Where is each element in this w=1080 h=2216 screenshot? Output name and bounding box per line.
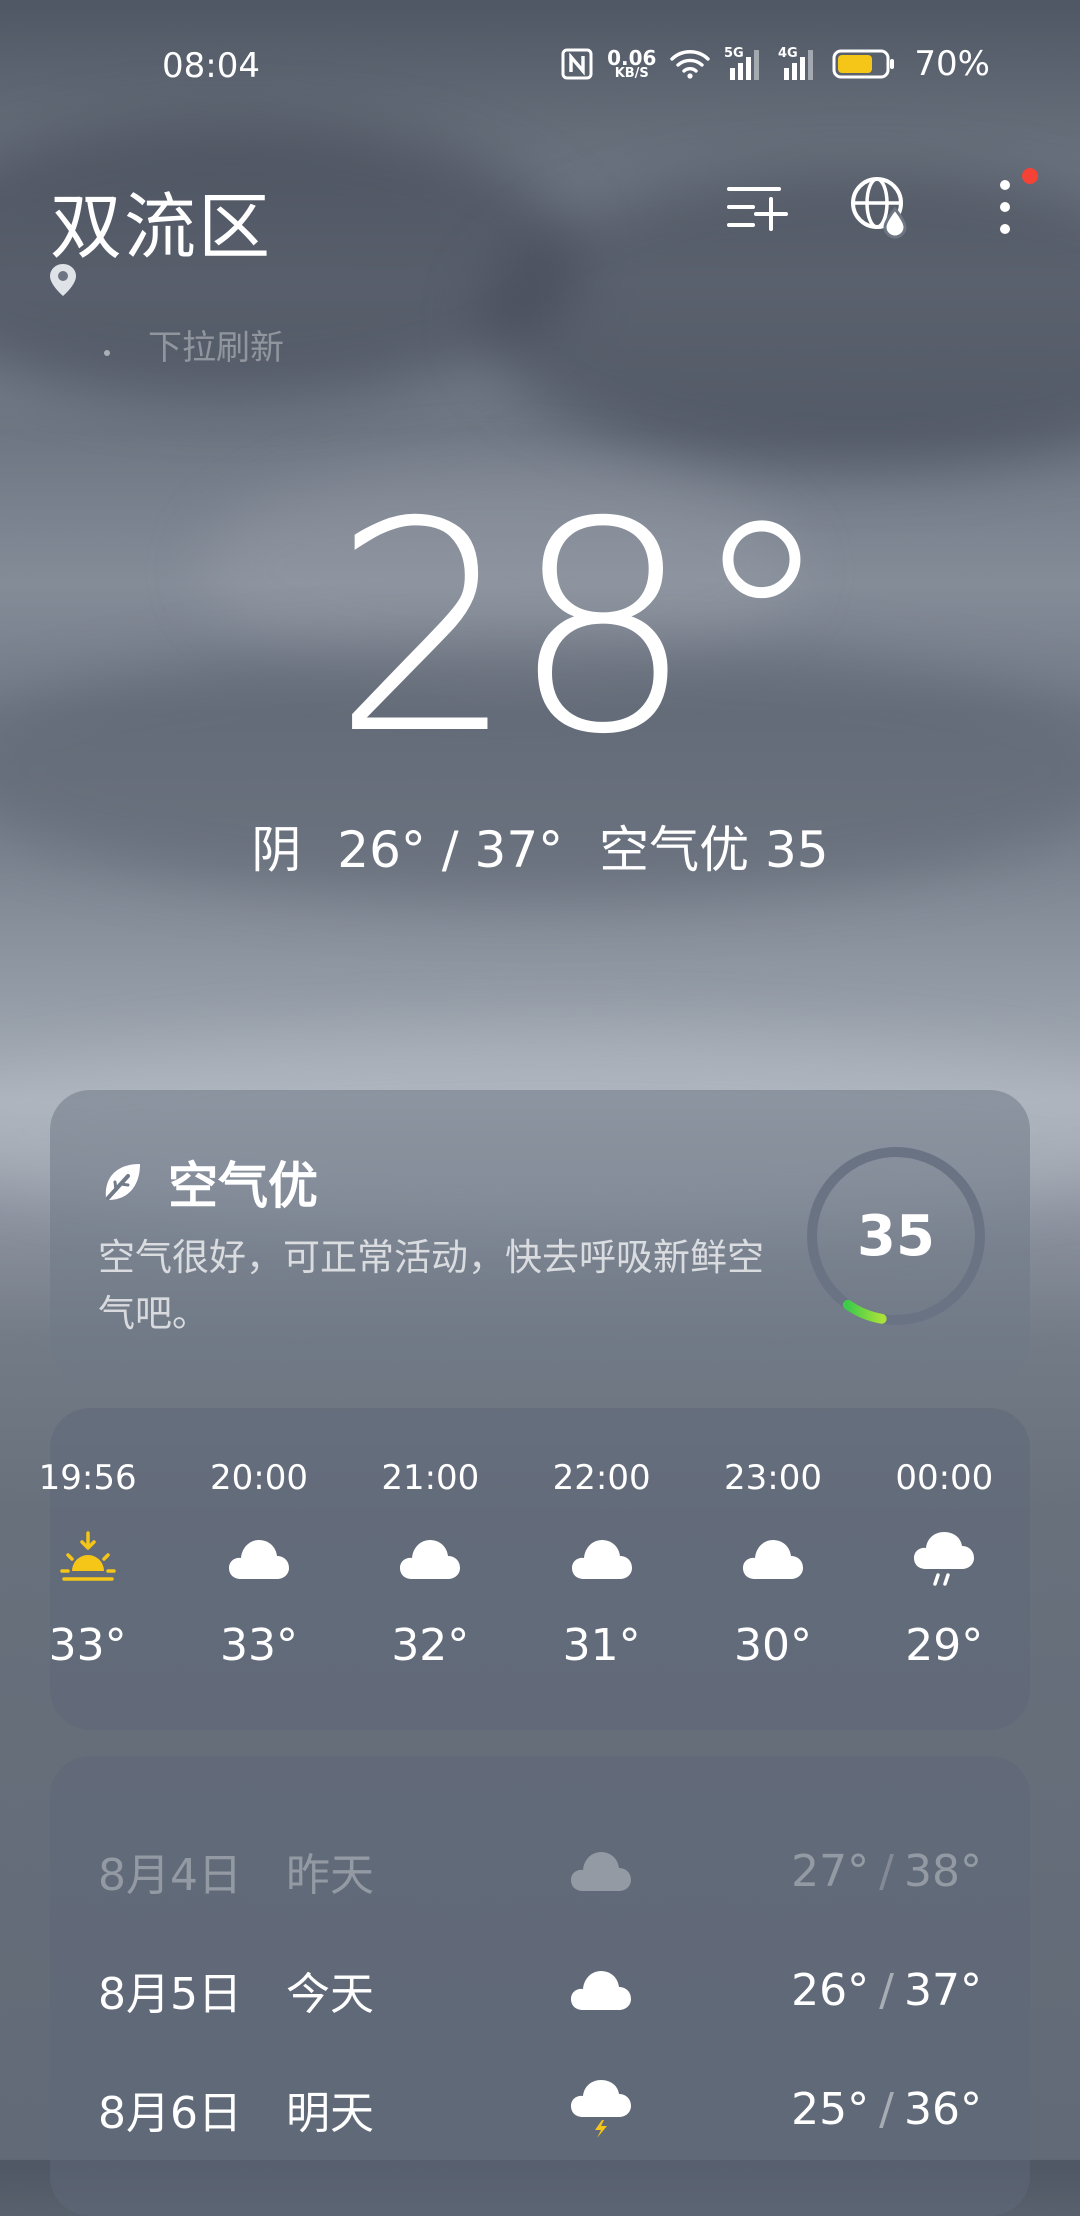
hourly-item: 23:00 30°: [687, 1458, 858, 1671]
cloud-icon: [570, 1520, 634, 1598]
hour-time: 00:00: [895, 1458, 994, 1498]
hour-temp: 32°: [391, 1620, 470, 1671]
manage-cities-button[interactable]: [722, 172, 792, 242]
aqi-description: 空气很好，可正常活动，快去呼吸新鲜空气吧。: [98, 1236, 764, 1335]
globe-drop-icon: [851, 177, 907, 239]
signal-5g-label: 5G: [724, 46, 744, 61]
hour-time: 20:00: [210, 1458, 308, 1498]
day-low: 26°: [791, 1964, 870, 2016]
location-title[interactable]: 双流区: [50, 168, 272, 273]
header-actions: [722, 168, 1040, 242]
refresh-indicator-dot: [104, 350, 110, 356]
wifi-icon: [670, 48, 711, 80]
hourly-forecast-row: 19:56 33° 20:00 33° 21:00 32° 22:00 31° …: [39, 1458, 1030, 1671]
signal-4g-label: 4G: [778, 46, 798, 61]
temp-separator: /: [879, 2083, 894, 2135]
day-label: 明天: [286, 2088, 374, 2139]
temp-separator: /: [879, 1964, 894, 2016]
hour-temp: 30°: [733, 1620, 812, 1671]
rain-cloud-icon: [912, 1520, 976, 1598]
day-temperature-range: 26°/37°: [666, 1965, 982, 2016]
day-label: 今天: [286, 1969, 374, 2020]
temp-separator: /: [879, 1845, 894, 1897]
hour-time: 21:00: [381, 1458, 480, 1498]
net-speed-unit: KB/S: [614, 65, 649, 81]
day-date: 8月6日: [98, 2088, 242, 2139]
nfc-icon: [561, 48, 593, 80]
day-temperature-range: 27°/38°: [666, 1846, 982, 1897]
daily-row-today[interactable]: 8月5日 今天 26°/37°: [98, 1955, 982, 2025]
cloud-icon: [227, 1520, 291, 1598]
weather-condition: 阴: [251, 821, 302, 879]
day-low: 27°: [791, 1845, 870, 1897]
daily-forecast-card[interactable]: 8月4日 昨天 27°/38° 8月5日 今天 26°/37° 8月6日 明天: [50, 1756, 1030, 2216]
air-quality-card[interactable]: 空气优 空气很好，可正常活动，快去呼吸新鲜空气吧。 35: [50, 1090, 1030, 1382]
location-pin-icon: [48, 262, 78, 302]
signal-4g-icon: 4G: [778, 46, 818, 82]
hour-temp: 33°: [219, 1620, 298, 1671]
hour-temp: 33°: [48, 1620, 127, 1671]
hour-time: 19:56: [38, 1458, 137, 1498]
day-date: 8月4日: [98, 1850, 242, 1901]
day-high: 37°: [904, 1964, 982, 2016]
status-time: 08:04: [162, 46, 260, 86]
net-speed-value: 0.06: [607, 45, 657, 70]
day-temperature-range: 25°/36°: [666, 2084, 982, 2135]
net-speed: 0.06 KB/S: [607, 45, 657, 81]
global-weather-button[interactable]: [846, 172, 916, 242]
cloud-icon: [741, 1520, 805, 1598]
cloud-icon: [536, 1849, 666, 1893]
current-temperature: 28°: [331, 461, 834, 798]
temperature-range: 26° / 37°: [337, 821, 564, 879]
air-quality-summary: 空气优 35: [599, 821, 829, 879]
aqi-title: 空气优: [168, 1157, 318, 1215]
current-weather: 28°: [0, 480, 1080, 780]
more-options-button[interactable]: [970, 168, 1040, 242]
notification-dot: [1022, 168, 1038, 184]
hourly-item: 21:00 32°: [345, 1458, 516, 1671]
signal-5g-icon: 5G: [724, 46, 764, 82]
hourly-item: 00:00 29°: [859, 1458, 1030, 1671]
hourly-item: 20:00 33°: [173, 1458, 344, 1671]
day-low: 25°: [791, 2083, 870, 2135]
weather-summary: 阴 26° / 37° 空气优 35: [0, 810, 1080, 882]
day-high: 36°: [904, 2083, 982, 2135]
more-vertical-icon: [1000, 180, 1010, 234]
day-high: 38°: [904, 1845, 982, 1897]
sunset-icon: [58, 1520, 118, 1598]
status-icons: 0.06 KB/S 5G 4G 70%: [561, 44, 990, 84]
leaf-icon: [105, 1164, 140, 1200]
battery-percent: 70%: [914, 44, 990, 84]
hourly-item: 19:56 33°: [2, 1458, 173, 1671]
day-date: 8月5日: [98, 1969, 242, 2020]
city-list-add-icon: [727, 187, 788, 231]
aqi-title-row: 空气优: [98, 1146, 318, 1218]
hour-time: 22:00: [552, 1458, 651, 1498]
daily-row-tomorrow[interactable]: 8月6日 明天 25°/36°: [98, 2074, 982, 2144]
daily-row-yesterday[interactable]: 8月4日 昨天 27°/38°: [98, 1836, 982, 1906]
hour-temp: 29°: [905, 1620, 984, 1671]
hourly-forecast-card[interactable]: 19:56 33° 20:00 33° 21:00 32° 22:00 31° …: [39, 1408, 1030, 1730]
status-bar: 08:04 0.06 KB/S 5G 4G 70%: [0, 0, 1080, 130]
hour-time: 23:00: [723, 1458, 822, 1498]
thunder-cloud-icon: [536, 2079, 666, 2139]
cloud-icon: [536, 1968, 666, 2012]
aqi-value: 35: [857, 1203, 935, 1269]
day-label: 昨天: [286, 1850, 374, 1901]
battery-icon: [832, 48, 896, 80]
cloud-icon: [398, 1520, 462, 1598]
pull-to-refresh-hint: 下拉刷新: [148, 328, 284, 368]
hour-temp: 31°: [562, 1620, 641, 1671]
hourly-item: 22:00 31°: [516, 1458, 687, 1671]
